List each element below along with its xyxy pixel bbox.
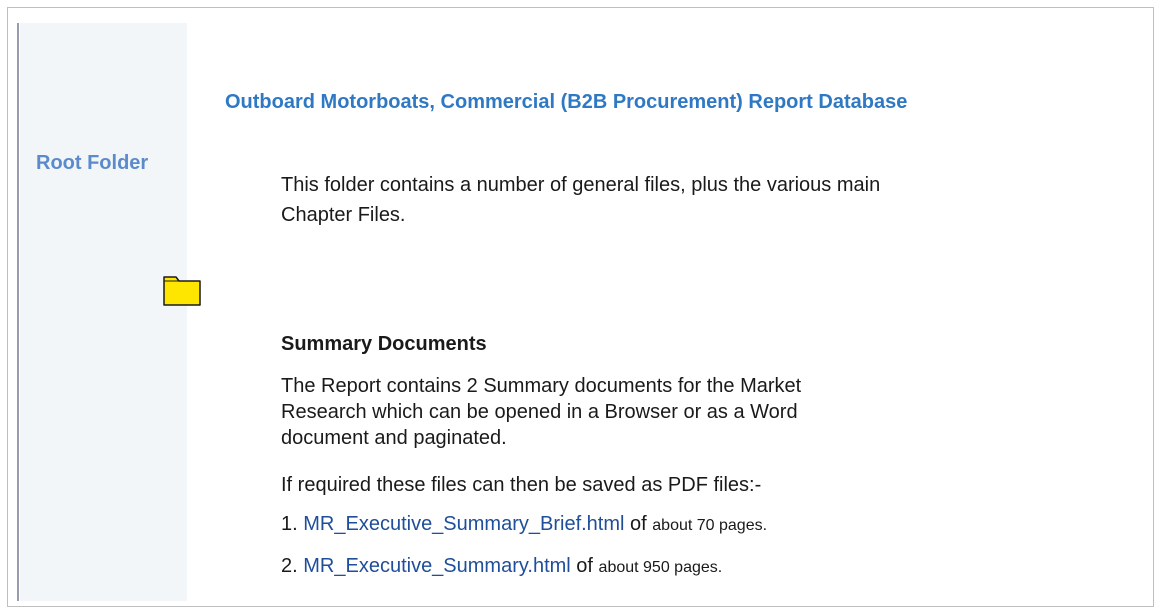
file-pages-note: about 70 pages. <box>652 517 768 534</box>
sidebar: Root Folder <box>20 23 201 601</box>
intro-text: This folder contains a number of general… <box>281 174 881 226</box>
file-pages-note: about 950 pages. <box>598 559 723 576</box>
summary-heading: Summary Documents <box>281 333 487 355</box>
file-number: 2. <box>281 555 298 577</box>
sidebar-title: Root Folder <box>36 152 149 174</box>
folder-icon <box>163 276 201 306</box>
file-of-label: of <box>576 555 593 577</box>
executive-summary-brief-link[interactable]: MR_Executive_Summary_Brief.html <box>303 513 624 535</box>
file-of-label: of <box>630 513 647 535</box>
file-list-item: 1. MR_Executive_Summary_Brief.html of ab… <box>281 513 767 536</box>
summary-description: The Report contains 2 Summary documents … <box>281 375 802 449</box>
executive-summary-link[interactable]: MR_Executive_Summary.html <box>303 555 570 577</box>
left-divider <box>17 23 19 601</box>
file-list-item: 2. MR_Executive_Summary.html of about 95… <box>281 555 722 578</box>
pdf-note: If required these files can then be save… <box>281 474 762 496</box>
file-number: 1. <box>281 513 298 535</box>
page-title: Outboard Motorboats, Commercial (B2B Pro… <box>225 91 908 113</box>
